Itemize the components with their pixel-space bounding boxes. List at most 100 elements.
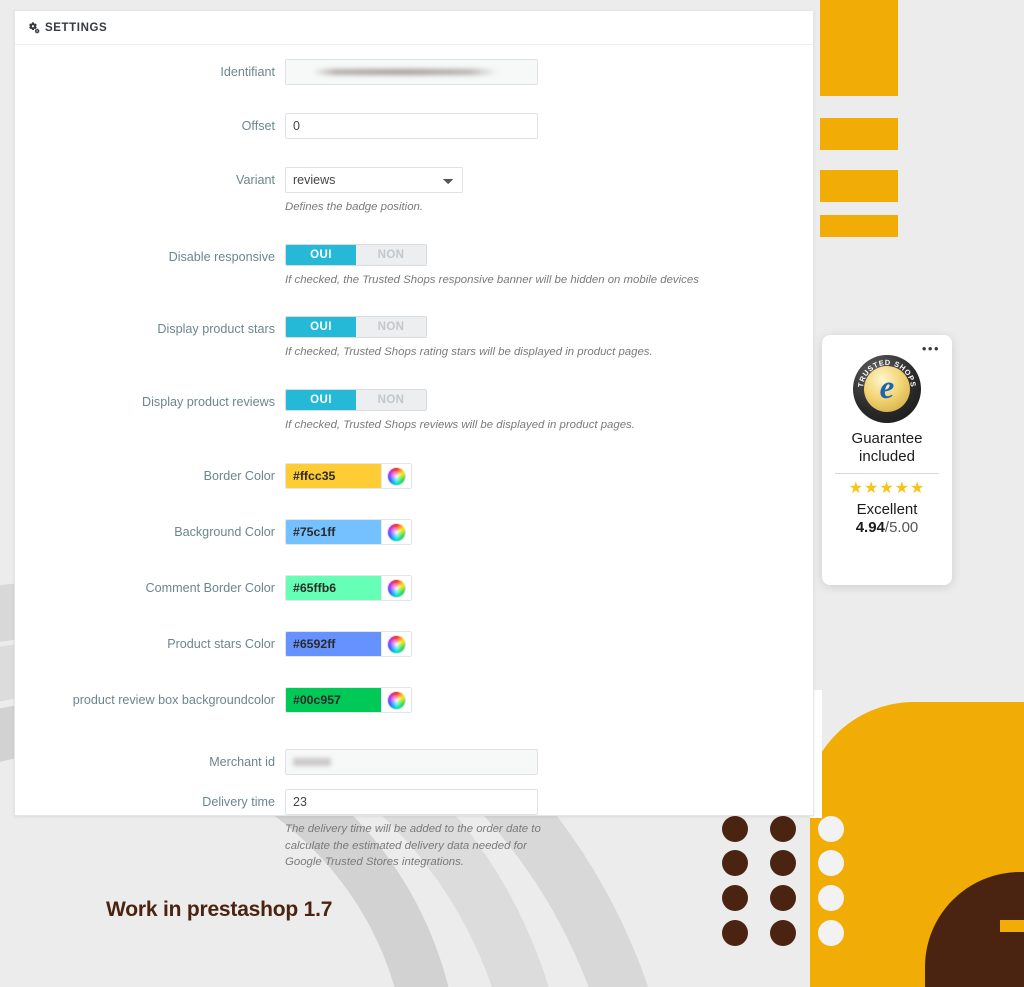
disable-responsive-label: Disable responsive [168,249,275,264]
comment-border-color-value[interactable]: #65ffb6 [286,576,381,600]
badge-divider [835,473,939,474]
color-wheel-icon [388,523,405,541]
rating-max: /5.00 [884,519,919,536]
color-picker-button[interactable] [381,688,411,712]
merchant-id-label: Merchant id [209,755,275,769]
decorative-dot [722,885,748,911]
delivery-time-input[interactable] [285,789,538,815]
form-row-merchant-id: Merchant id [15,749,813,775]
comment-border-color-label: Comment Border Color [145,581,275,595]
border-color-field[interactable]: #ffcc35 [285,463,412,489]
toggle-on-option[interactable]: OUI [286,317,356,337]
toggle-on-option[interactable]: OUI [286,244,356,265]
display-product-reviews-helper: If checked, Trusted Shops reviews will b… [285,418,635,431]
guarantee-text: Guarantee included [852,430,923,466]
form-row-variant: Variant reviews Defines the badge positi… [15,167,813,216]
decorative-yellow-bar [820,0,898,96]
identifiant-input[interactable] [285,59,538,85]
form-row-display-product-stars: Display product stars OUI NON If checked… [15,316,813,361]
rating-score: 4.94 [855,519,885,536]
decorative-yellow-arch [804,702,1024,902]
color-picker-button[interactable] [381,520,411,544]
comment-border-color-field[interactable]: #65ffb6 [285,575,412,601]
form-row-product-stars-color: Product stars Color #6592ff [15,631,813,657]
form-row-offset: Offset [15,113,813,139]
decorative-dot [722,920,748,946]
display-product-reviews-label: Display product reviews [142,394,275,409]
decorative-brown-quarter [925,872,1024,987]
decorative-dot [818,816,844,842]
more-dots-icon[interactable]: ••• [922,342,940,355]
color-wheel-icon [388,579,405,597]
panel-title: SETTINGS [45,21,108,34]
color-wheel-icon [388,691,405,709]
trusted-shops-badge[interactable]: ••• TRUSTED SHOPS · GUARANTEE · e Guaran… [822,335,952,585]
background-color-value[interactable]: #75c1ff [286,520,381,544]
product-stars-color-value[interactable]: #6592ff [286,632,381,656]
quality-label: Excellent [856,501,918,518]
variant-label: Variant [236,173,275,187]
form-row-disable-responsive: Disable responsive OUI NON If checked, t… [15,243,813,289]
toggle-off-option[interactable]: NON [356,389,426,410]
decorative-dot [818,920,844,946]
decorative-yellow-block [804,702,1024,987]
toggle-off-option[interactable]: NON [356,244,426,265]
caption-text: Work in prestashop 1.7 [106,898,333,921]
decorative-dot [770,920,796,946]
color-wheel-icon [388,467,405,485]
form-row-identifiant: Identifiant [15,59,813,85]
product-review-box-background-color-value[interactable]: #00c957 [286,688,381,712]
offset-label: Offset [241,119,275,133]
form-row-border-color: Border Color #ffcc35 [15,463,813,489]
border-color-label: Border Color [203,469,275,483]
color-picker-button[interactable] [381,576,411,600]
screenshot-root: SETTINGS Identifiant Offset 0 Variant re… [0,0,1024,987]
variant-select[interactable]: reviews [285,167,463,193]
product-review-box-background-color-field[interactable]: #00c957 [285,687,412,713]
decorative-dot [770,885,796,911]
cogs-icon [27,21,40,34]
panel-header: SETTINGS [15,11,813,45]
color-picker-button[interactable] [381,464,411,488]
decorative-yellow-bar [820,215,898,237]
display-product-reviews-toggle[interactable]: OUI NON [285,388,427,411]
decorative-yellow-bar [820,118,898,150]
border-color-value[interactable]: #ffcc35 [286,464,381,488]
seal-letter: e [879,369,895,406]
form-row-delivery-time: Delivery time The delivery time will be … [15,789,813,871]
product-review-box-background-color-label: product review box backgroundcolor [72,693,275,707]
offset-input[interactable] [285,113,538,139]
merchant-id-input[interactable] [285,749,538,775]
form-row-product-review-box-background-color: product review box backgroundcolor #00c9… [15,687,813,713]
product-stars-color-field[interactable]: #6592ff [285,631,412,657]
toggle-off-option[interactable]: NON [356,317,426,337]
display-product-stars-helper: If checked, Trusted Shops rating stars w… [285,346,653,358]
background-color-label: Background Color [174,525,275,539]
redaction-blur [293,758,331,766]
decorative-yellow-dash [1000,920,1024,932]
settings-panel: SETTINGS Identifiant Offset 0 Variant re… [14,10,814,868]
color-wheel-icon [388,635,405,653]
delivery-time-label: Delivery time [202,795,275,809]
guarantee-line-1: Guarantee [851,430,923,447]
decorative-dot [818,850,844,876]
delivery-time-helper: The delivery time will be added to the o… [285,823,541,868]
identifiant-label: Identifiant [220,65,275,79]
trusted-shops-seal-icon: TRUSTED SHOPS · GUARANTEE · e [853,355,921,423]
color-picker-button[interactable] [381,632,411,656]
toggle-on-option[interactable]: OUI [286,389,356,410]
settings-form: Identifiant Offset Variant [15,45,813,871]
display-product-stars-label: Display product stars [157,322,275,336]
rating-value: 4.94/5.00 [856,519,919,536]
form-row-display-product-reviews: Display product reviews OUI NON If check… [15,388,813,434]
variant-helper: Defines the badge position. [285,201,424,213]
guarantee-line-2: included [859,448,915,465]
rating-stars: ★★★★★ [848,480,926,497]
form-row-background-color: Background Color #75c1ff [15,519,813,545]
disable-responsive-toggle[interactable]: OUI NON [285,243,427,266]
display-product-stars-toggle[interactable]: OUI NON [285,316,427,338]
background-color-field[interactable]: #75c1ff [285,519,412,545]
decorative-dot [818,885,844,911]
decorative-yellow-bar [820,170,898,202]
disable-responsive-helper: If checked, the Trusted Shops responsive… [285,273,699,286]
